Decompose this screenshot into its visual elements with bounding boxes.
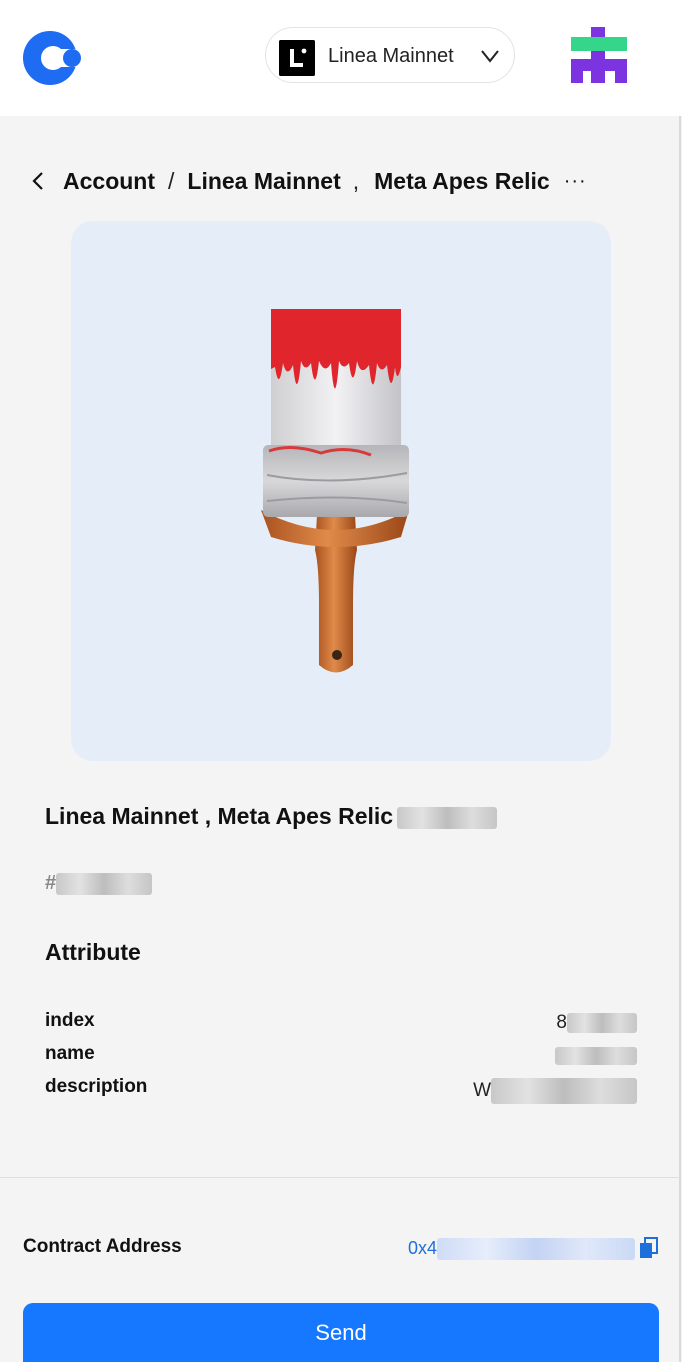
attribute-value-text: W xyxy=(473,1080,491,1102)
attribute-row: name xyxy=(45,1043,637,1069)
nft-title-text: Linea Mainnet , Meta Apes Relic xyxy=(45,803,394,829)
redacted-text xyxy=(437,1238,636,1261)
attribute-value-text: 8 xyxy=(556,1012,567,1033)
back-chevron-icon[interactable] xyxy=(30,170,46,192)
breadcrumb-account[interactable]: Account xyxy=(63,168,155,195)
attribute-value xyxy=(555,1045,637,1067)
linea-icon xyxy=(279,40,315,76)
breadcrumb-collection: Meta Apes Relic xyxy=(374,167,550,194)
attributes-heading: Attribute xyxy=(45,939,141,965)
send-button[interactable]: Send xyxy=(23,1303,659,1362)
attribute-key: name xyxy=(45,1043,95,1064)
redacted-text xyxy=(56,872,153,895)
breadcrumb: Account / Linea Mainnet , Meta Apes Reli… xyxy=(30,164,650,198)
nft-image-card xyxy=(71,221,611,761)
token-id-prefix: # xyxy=(45,872,57,894)
attribute-key: index xyxy=(45,1010,95,1031)
app-logo-icon[interactable] xyxy=(22,27,84,89)
network-selector[interactable]: Linea Mainnet xyxy=(265,27,515,83)
redacted-text xyxy=(567,1012,637,1033)
divider xyxy=(0,1177,680,1178)
attribute-key: description xyxy=(45,1076,148,1097)
copy-icon[interactable] xyxy=(638,1237,658,1259)
breadcrumb-separator: / xyxy=(168,167,175,194)
breadcrumb-comma: , xyxy=(352,167,360,194)
attribute-row: index 8 xyxy=(45,1010,637,1036)
contract-address-value[interactable]: 0x4 xyxy=(408,1238,636,1261)
attribute-value: 8 xyxy=(556,1012,637,1034)
breadcrumb-overflow: ··· xyxy=(563,169,587,192)
scrollbar-track xyxy=(679,116,681,1362)
chevron-down-icon xyxy=(481,50,499,63)
redacted-text xyxy=(491,1078,637,1104)
redacted-text xyxy=(555,1046,637,1065)
account-avatar[interactable] xyxy=(571,27,627,83)
contract-address-text: 0x4 xyxy=(408,1238,438,1258)
nft-token-id: # xyxy=(45,872,153,895)
attribute-value: W xyxy=(473,1078,637,1104)
nft-title: Linea Mainnet , Meta Apes Relic xyxy=(45,803,498,830)
network-label: Linea Mainnet xyxy=(328,45,454,67)
redacted-text xyxy=(397,806,498,829)
contract-address-label: Contract Address xyxy=(23,1236,182,1257)
attribute-row: description W xyxy=(45,1076,637,1104)
top-bar: Linea Mainnet xyxy=(0,0,682,116)
nft-image xyxy=(261,309,409,673)
breadcrumb-network[interactable]: Linea Mainnet xyxy=(187,168,340,195)
